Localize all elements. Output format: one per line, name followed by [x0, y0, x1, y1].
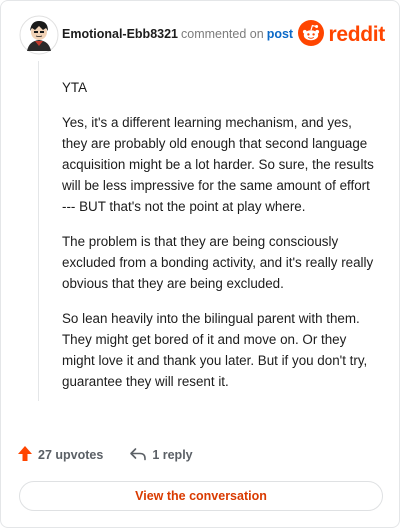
comment-paragraph: YTA — [62, 80, 88, 95]
comment-paragraph: The problem is that they are being consc… — [62, 234, 374, 291]
reddit-brand[interactable]: reddit — [298, 19, 385, 51]
thread-line — [38, 61, 39, 401]
comment-paragraph: Yes, it's a different learning mechanism… — [62, 115, 374, 214]
reply-count: 1 reply — [152, 448, 193, 462]
upvote-arrow-icon — [17, 445, 38, 465]
commented-on-text: commented on — [181, 27, 264, 41]
post-link[interactable]: post — [267, 27, 293, 41]
comment-paragraph: So lean heavily into the bilingual paren… — [62, 311, 368, 389]
comment-body: YTA Yes, it's a different learning mecha… — [62, 77, 378, 406]
reddit-logo-icon — [298, 19, 325, 51]
upvote-button[interactable]: 27 upvotes — [17, 445, 103, 465]
comment-header: Emotional-Ebb8321 commented on post reddit — [19, 15, 385, 55]
comment-actions: 27 upvotes 1 reply — [17, 445, 193, 465]
comment-card: Emotional-Ebb8321 commented on post reddit — [0, 0, 400, 528]
upvote-count: 27 upvotes — [38, 448, 104, 462]
reply-icon — [129, 447, 152, 464]
avatar[interactable] — [19, 15, 59, 55]
view-conversation-button[interactable]: View the conversation — [19, 481, 383, 511]
comment-meta: Emotional-Ebb8321 commented on post — [62, 27, 293, 41]
reddit-wordmark: reddit — [328, 23, 385, 46]
username[interactable]: Emotional-Ebb8321 — [62, 27, 178, 41]
reply-button[interactable]: 1 reply — [129, 447, 193, 464]
